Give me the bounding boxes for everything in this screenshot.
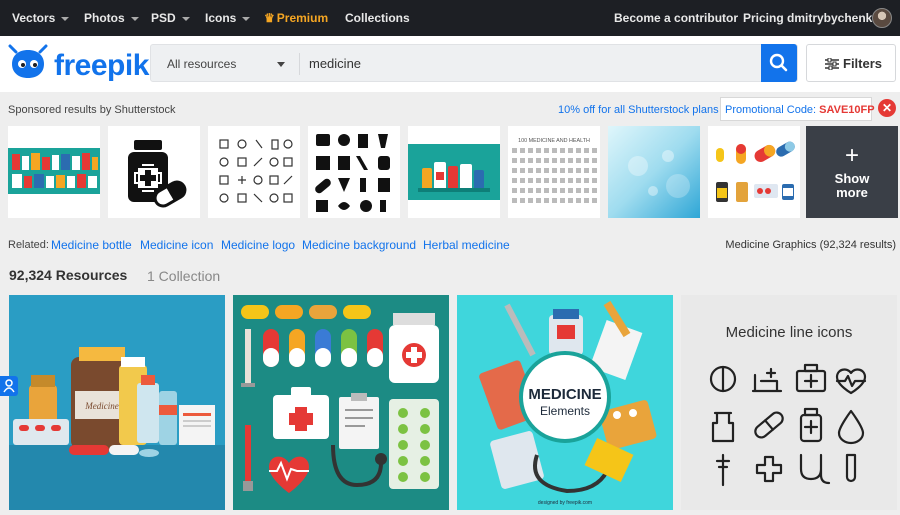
chevron-down-icon bbox=[181, 16, 190, 21]
nav-premium-label: Premium bbox=[276, 11, 329, 25]
related-tag-medicine-icon[interactable]: Medicine icon bbox=[140, 238, 213, 252]
shutterstock-offer-link[interactable]: 10% off for all Shutterstock plans bbox=[558, 104, 719, 116]
result-tile[interactable]: MEDICINE Elements designed by freepik.co… bbox=[457, 295, 673, 510]
chevron-down-icon bbox=[130, 16, 139, 21]
nav-psd[interactable]: PSD bbox=[151, 11, 190, 25]
nav-premium[interactable]: ♛ Premium bbox=[264, 11, 328, 25]
search-button[interactable] bbox=[761, 44, 797, 82]
nav-username[interactable]: dmitrybychenko bbox=[787, 11, 880, 25]
sponsored-thumb[interactable] bbox=[608, 126, 700, 218]
close-sponsored-button[interactable]: ✕ bbox=[878, 99, 896, 117]
medical-line-icons-image bbox=[208, 126, 300, 218]
sliders-icon bbox=[825, 58, 839, 70]
result-tile[interactable] bbox=[233, 295, 449, 510]
show-more-label: Show more bbox=[834, 171, 870, 200]
tile-credit: designed by freepik.com bbox=[538, 500, 592, 506]
user-icon bbox=[3, 379, 15, 393]
avatar[interactable] bbox=[872, 8, 892, 28]
crown-icon: ♛ bbox=[264, 11, 275, 25]
nav-icons[interactable]: Icons bbox=[205, 11, 251, 25]
svg-text:Medicine: Medicine bbox=[84, 401, 118, 411]
related-tag-herbal-medicine[interactable]: Herbal medicine bbox=[423, 238, 510, 252]
user-profile-tab[interactable] bbox=[0, 376, 18, 396]
nav-vectors-label: Vectors bbox=[12, 11, 56, 25]
freepik-logo-icon bbox=[8, 44, 48, 78]
filters-button[interactable]: Filters bbox=[806, 44, 896, 82]
related-tags: Related: Medicine bottle Medicine icon M… bbox=[0, 236, 900, 256]
freepik-logo[interactable]: freepik bbox=[8, 44, 149, 84]
nav-icons-label: Icons bbox=[205, 11, 237, 25]
related-tag-medicine-background[interactable]: Medicine background bbox=[302, 238, 416, 252]
nav-psd-label: PSD bbox=[151, 11, 176, 25]
result-tile[interactable]: Medicine bbox=[9, 295, 225, 510]
thumb-title: 100 MEDICINE AND HEALTH bbox=[518, 138, 590, 144]
nav-vectors[interactable]: Vectors bbox=[12, 11, 70, 25]
nav-photos[interactable]: Photos bbox=[84, 11, 139, 25]
sponsored-thumb[interactable] bbox=[708, 126, 800, 218]
nav-photos-label: Photos bbox=[84, 11, 125, 25]
related-tag-medicine-bottle[interactable]: Medicine bottle bbox=[51, 238, 132, 252]
pill-bottle-icon bbox=[108, 126, 200, 218]
sponsored-label: Sponsored results by Shutterstock bbox=[8, 104, 176, 116]
blue-bokeh-background-image bbox=[608, 126, 700, 218]
search-box: All resources medicine bbox=[150, 44, 798, 82]
logo-text: freepik bbox=[54, 49, 149, 82]
tile-title-medicine: MEDICINE bbox=[528, 386, 601, 403]
collection-count-tab[interactable]: 1 Collection bbox=[147, 268, 220, 284]
medical-solid-icons-image bbox=[308, 126, 400, 218]
nav-pricing[interactable]: Pricing bbox=[743, 11, 784, 25]
pills-and-first-aid-image bbox=[233, 295, 449, 510]
chevron-down-icon bbox=[242, 16, 251, 21]
sponsored-thumb[interactable] bbox=[308, 126, 400, 218]
search-divider bbox=[299, 53, 300, 75]
search-input[interactable]: medicine bbox=[309, 56, 361, 71]
chevron-down-icon bbox=[61, 16, 70, 21]
medicine-teal-banner-image bbox=[408, 126, 500, 218]
sponsored-thumb[interactable] bbox=[208, 126, 300, 218]
result-tile[interactable]: Medicine line icons bbox=[681, 295, 897, 510]
nav-become-contributor[interactable]: Become a contributor bbox=[614, 11, 738, 25]
graphics-count: Medicine Graphics (92,324 results) bbox=[725, 239, 896, 251]
related-tag-medicine-logo[interactable]: Medicine logo bbox=[221, 238, 295, 252]
sponsored-thumb[interactable]: 100 MEDICINE AND HEALTH bbox=[508, 126, 600, 218]
promo-code-box[interactable]: Promotional Code: SAVE10FP bbox=[720, 97, 875, 121]
tile-title-line-icons: Medicine line icons bbox=[726, 324, 853, 341]
show-more-button[interactable]: + Show more bbox=[806, 126, 898, 218]
search-icon bbox=[769, 53, 788, 72]
filters-label: Filters bbox=[843, 56, 883, 71]
medicine-banner-image bbox=[8, 126, 100, 218]
chevron-down-icon[interactable] bbox=[277, 62, 285, 67]
promo-code-value: SAVE10FP bbox=[819, 104, 875, 116]
top-nav: Vectors Photos PSD Icons ♛ Premium Collec… bbox=[0, 0, 900, 36]
medicine-bottles-image: Medicine bbox=[9, 295, 225, 510]
sponsored-strip: Sponsored results by Shutterstock 10% of… bbox=[0, 92, 900, 228]
resource-type-select[interactable]: All resources bbox=[167, 57, 236, 71]
medicine-line-icons-image: Medicine line icons bbox=[681, 295, 897, 510]
medicine-health-icon-set-image: 100 MEDICINE AND HEALTH bbox=[508, 126, 600, 218]
sponsored-thumb[interactable] bbox=[408, 126, 500, 218]
tile-title-elements: Elements bbox=[540, 404, 590, 418]
related-label: Related: bbox=[8, 239, 49, 251]
nav-collections[interactable]: Collections bbox=[345, 11, 410, 25]
promo-code-label: Promotional Code: bbox=[725, 104, 817, 116]
pills-icons-image bbox=[708, 126, 800, 218]
search-bar: freepik All resources medicine Filters bbox=[0, 36, 900, 92]
resources-count-tab[interactable]: 92,324 Resources bbox=[9, 267, 127, 283]
sponsored-thumb[interactable] bbox=[8, 126, 100, 218]
plus-icon: + bbox=[844, 142, 859, 169]
medicine-elements-image: MEDICINE Elements designed by freepik.co… bbox=[457, 295, 673, 510]
sponsored-thumb[interactable] bbox=[108, 126, 200, 218]
